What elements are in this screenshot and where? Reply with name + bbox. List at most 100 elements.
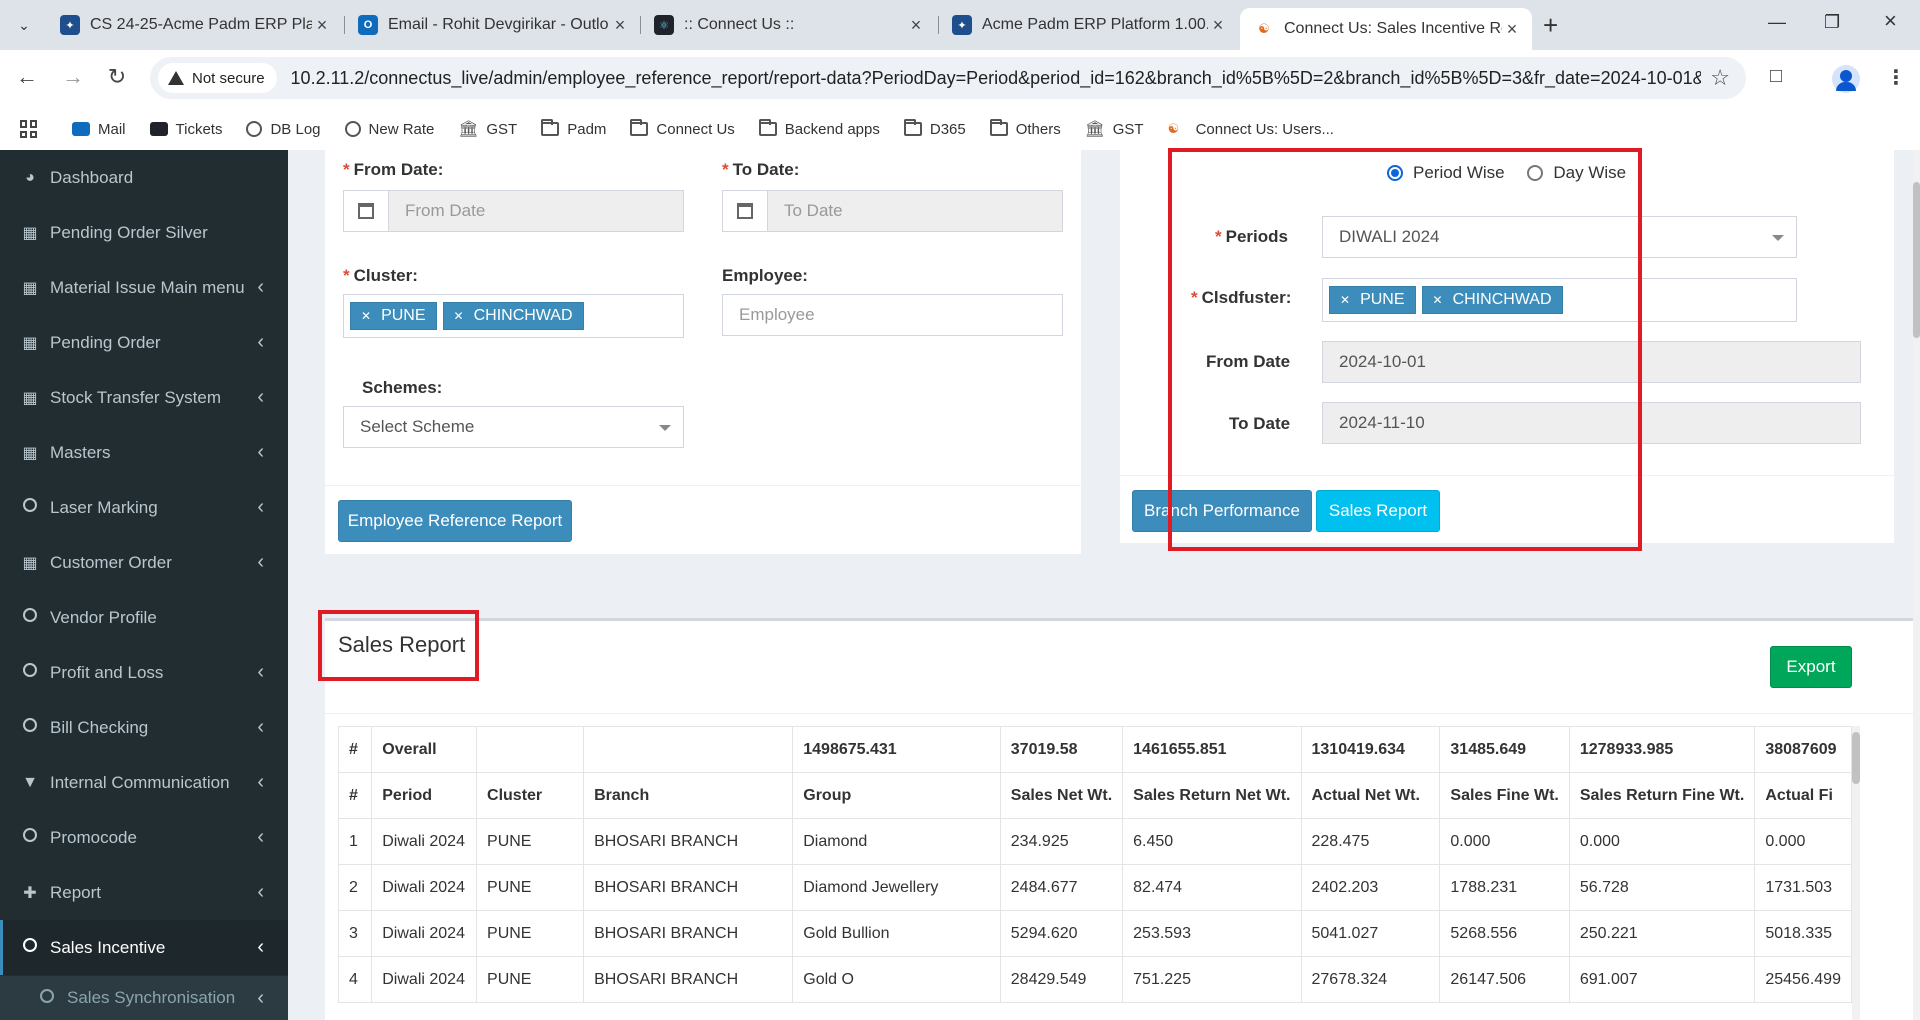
sidebar-item-laser-marking[interactable]: Laser Marking ‹ xyxy=(0,480,288,535)
bookmark-gst-2[interactable]: 🏛 GST xyxy=(1085,119,1144,139)
sidebar-item-masters[interactable]: ▦ Masters ‹ xyxy=(0,425,288,480)
table-cell: 6.450 xyxy=(1122,818,1302,865)
sidebar-item-dashboard[interactable]: ◕ Dashboard xyxy=(0,150,288,205)
table-cell: Sales Return Fine Wt. xyxy=(1568,772,1756,819)
table-cell: 1731.503 xyxy=(1754,864,1852,911)
sidebar-item-pending-order[interactable]: ▦ Pending Order ‹ xyxy=(0,315,288,370)
bookmark-gst[interactable]: 🏛 GST xyxy=(458,119,517,139)
url-text[interactable]: 10.2.11.2/connectus_live/admin/employee_… xyxy=(291,68,1701,89)
bookmark-tickets[interactable]: Tickets xyxy=(149,121,222,138)
table-cell: Diwali 2024 xyxy=(371,956,478,1003)
sidebar-item-profit-and-loss[interactable]: Profit and Loss ‹ xyxy=(0,645,288,700)
report-table-wrapper: # Overall 1498675.431 37019.58 1461655.851 13… xyxy=(338,726,1852,1020)
to-date-input[interactable]: To Date xyxy=(767,190,1063,232)
minimize-icon[interactable]: — xyxy=(1768,12,1786,33)
chevron-left-icon: ‹ xyxy=(257,936,264,958)
bookmark-label: Connect Us xyxy=(656,120,735,138)
back-icon[interactable]: ← xyxy=(12,64,42,90)
page-scrollbar[interactable] xyxy=(1913,150,1920,1020)
cluster-chip[interactable]: ✕ PUNE xyxy=(350,302,437,330)
from-date-calendar[interactable] xyxy=(343,190,389,232)
browser-tab-2[interactable]: O Email - Rohit Devgirikar - Outlo × xyxy=(344,8,640,42)
table-cell: 228.475 xyxy=(1300,818,1441,865)
remove-icon[interactable]: ✕ xyxy=(361,309,371,323)
page-scrollbar-thumb[interactable] xyxy=(1913,182,1920,338)
table-cell: 1788.231 xyxy=(1439,864,1570,911)
bookmark-star-icon[interactable]: ☆ xyxy=(1710,65,1730,91)
cluster-multiselect[interactable]: ✕ PUNE ✕ CHINCHWAD xyxy=(343,294,684,338)
sidebar-item-sales-incentive[interactable]: Sales Incentive ‹ xyxy=(0,920,288,975)
table-cell: Diwali 2024 xyxy=(371,864,478,911)
browser-tab-5[interactable]: ☯ Connect Us: Sales Incentive Rep × xyxy=(1240,8,1532,50)
browser-tab-4[interactable]: ✦ Acme Padm ERP Platform 1.00.2 × xyxy=(938,8,1238,42)
schemes-select[interactable]: Select Scheme xyxy=(343,406,684,448)
address-bar[interactable]: Not secure 10.2.11.2/connectus_live/admi… xyxy=(150,57,1746,99)
tab-search-button[interactable]: ⌄ xyxy=(8,10,40,40)
sidebar-subitem-sales-synchronisation[interactable]: Sales Synchronisation ‹ xyxy=(0,976,288,1020)
profile-avatar[interactable] xyxy=(1832,65,1860,93)
table-cell: 0.000 xyxy=(1754,818,1852,865)
table-scrollbar-thumb[interactable] xyxy=(1852,732,1860,784)
employee-input[interactable]: Employee xyxy=(722,294,1063,336)
chevron-left-icon: ‹ xyxy=(257,551,264,573)
bookmark-label: Others xyxy=(1015,120,1061,138)
to-date-calendar[interactable] xyxy=(722,190,768,232)
bookmark-label: Backend apps xyxy=(784,120,880,138)
close-window-icon[interactable]: × xyxy=(1884,8,1897,34)
browser-tab-1[interactable]: ✦ CS 24-25-Acme Padm ERP Platf × xyxy=(46,8,342,42)
bookmark-d365[interactable]: D365 xyxy=(903,119,966,138)
sidebar-item-report[interactable]: ✚ Report ‹ xyxy=(0,865,288,920)
close-icon[interactable]: × xyxy=(610,15,630,35)
reload-icon[interactable]: ↻ xyxy=(102,64,132,90)
circle-icon xyxy=(21,938,39,957)
restore-icon[interactable]: ❐ xyxy=(1824,12,1840,33)
extensions-icon[interactable]: □ xyxy=(1770,65,1782,88)
sidebar-item-pending-order-silver[interactable]: ▦ Pending Order Silver xyxy=(0,205,288,260)
table-cell: 31485.649 xyxy=(1439,726,1570,773)
browser-tab-strip: ⌄ ✦ CS 24-25-Acme Padm ERP Platf × O Ema… xyxy=(0,0,1920,50)
from-date-input[interactable]: From Date xyxy=(388,190,684,232)
table-cell: 56.728 xyxy=(1568,864,1756,911)
forward-icon[interactable]: → xyxy=(58,64,88,90)
close-icon[interactable]: × xyxy=(1208,15,1228,35)
employee-reference-report-button[interactable]: Employee Reference Report xyxy=(338,500,572,542)
close-icon[interactable]: × xyxy=(312,15,332,35)
cluster-chip[interactable]: ✕ CHINCHWAD xyxy=(442,302,584,330)
apps-button[interactable] xyxy=(20,120,38,138)
bookmark-new-rate[interactable]: New Rate xyxy=(344,121,434,138)
bookmark-connect-us-users[interactable]: ☯ Connect Us: Users... xyxy=(1168,121,1334,138)
highlight-box-title xyxy=(318,610,479,681)
bookmark-label: DB Log xyxy=(270,120,321,138)
bookmarks-bar: Mail Tickets DB Log New Rate 🏛 GST Padm C… xyxy=(0,108,1920,150)
table-cell: 691.007 xyxy=(1568,956,1756,1003)
table-scrollbar[interactable] xyxy=(1852,726,1860,1020)
table-cell: Branch xyxy=(583,772,794,819)
bookmark-connect-us[interactable]: Connect Us xyxy=(630,119,735,138)
more-menu-icon[interactable]: ⋮ xyxy=(1886,65,1906,90)
sidebar-item-label: Report xyxy=(50,882,102,902)
sidebar-item-vendor-profile[interactable]: Vendor Profile xyxy=(0,590,288,645)
table-cell: BHOSARI BRANCH xyxy=(583,910,794,957)
money-icon: ▦ xyxy=(22,444,38,462)
bookmark-backend-apps[interactable]: Backend apps xyxy=(758,119,880,138)
remove-icon[interactable]: ✕ xyxy=(454,309,464,323)
new-tab-button[interactable]: + xyxy=(1543,12,1558,38)
sidebar-item-stock-transfer-system[interactable]: ▦ Stock Transfer System ‹ xyxy=(0,370,288,425)
security-indicator[interactable]: Not secure xyxy=(158,63,277,93)
sidebar-item-internal-communication[interactable]: ▼ Internal Communication ‹ xyxy=(0,755,288,810)
table-row: 1 Diwali 2024 PUNE BHOSARI BRANCH Diamond 234… xyxy=(338,818,1852,865)
circle-icon xyxy=(21,718,39,737)
chevron-left-icon: ‹ xyxy=(257,276,264,298)
bookmark-mail[interactable]: Mail xyxy=(72,121,126,138)
close-icon[interactable]: × xyxy=(1502,19,1522,39)
sidebar-item-customer-order[interactable]: ▦ Customer Order ‹ xyxy=(0,535,288,590)
bookmark-padm[interactable]: Padm xyxy=(541,119,606,138)
sidebar-item-material-issue-main-menu[interactable]: ▦ Material Issue Main menu ‹ xyxy=(0,260,288,315)
bookmark-others[interactable]: Others xyxy=(989,119,1061,138)
export-button[interactable]: Export xyxy=(1770,646,1852,688)
bookmark-db-log[interactable]: DB Log xyxy=(246,120,321,138)
sidebar-item-bill-checking[interactable]: Bill Checking ‹ xyxy=(0,700,288,755)
sidebar-item-promocode[interactable]: Promocode ‹ xyxy=(0,810,288,865)
browser-tab-3[interactable]: ⚛ :: Connect Us :: × xyxy=(640,8,936,42)
close-icon[interactable]: × xyxy=(906,15,926,35)
